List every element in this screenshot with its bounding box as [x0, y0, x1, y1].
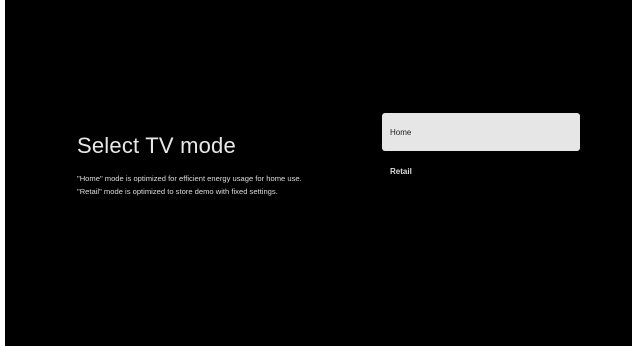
page-title: Select TV mode — [77, 133, 236, 158]
option-retail-label: Retail — [390, 166, 412, 176]
retail-mode-description: "Retail" mode is optimized to store demo… — [77, 186, 278, 196]
option-home[interactable]: Home — [382, 113, 580, 151]
option-home-label: Home — [390, 127, 412, 137]
mode-options-list: Home Retail — [382, 113, 580, 179]
mode-description: "Home" mode is optimized for efficient e… — [77, 173, 347, 198]
home-mode-description: "Home" mode is optimized for efficient e… — [77, 174, 302, 183]
option-retail[interactable]: Retail — [382, 163, 580, 179]
info-panel: Select TV mode "Home" mode is optimized … — [77, 132, 347, 198]
tv-setup-screen: Select TV mode "Home" mode is optimized … — [5, 0, 632, 346]
